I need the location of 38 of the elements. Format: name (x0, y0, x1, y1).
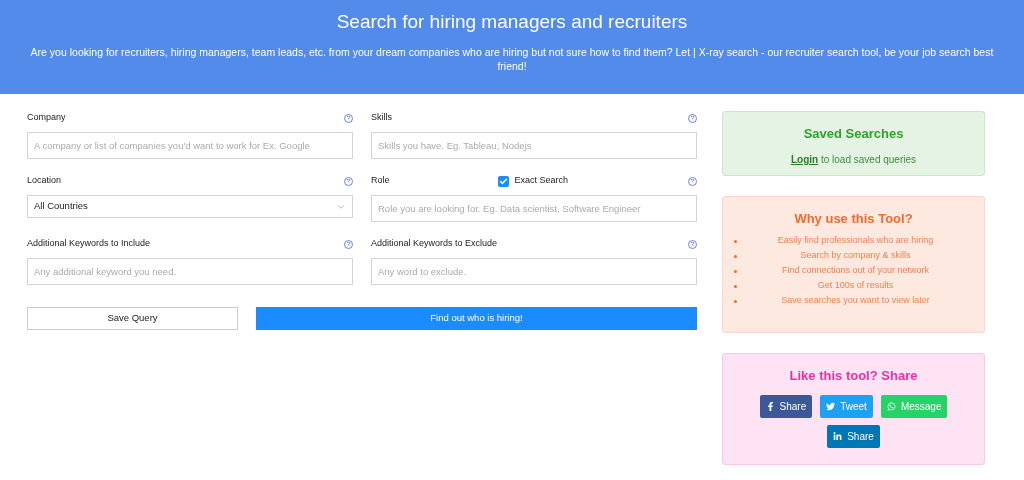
benefit-item: Easily find professionals who are hiring (776, 234, 935, 248)
login-text: to load saved queries (820, 153, 917, 165)
twitter-icon (826, 401, 836, 411)
find-button[interactable]: Find out who is hiring! (256, 307, 697, 330)
field-label: Additional Keywords to Include (27, 237, 151, 251)
field-label: Role (371, 174, 390, 188)
text-field[interactable]: Any additional keyword you need. (27, 258, 353, 285)
bullet-icon (734, 239, 737, 243)
benefit-item: Save searches you want to view later (780, 294, 931, 308)
field-label: Skills (371, 111, 392, 125)
field-label: Location (27, 174, 62, 188)
login-link[interactable]: Login (790, 153, 819, 165)
text-field[interactable]: A company or list of companies you'd want to work for Ex. Google (27, 132, 353, 159)
card-title: Like this tool? Share (789, 367, 918, 385)
save-query-button[interactable]: Save Query (27, 307, 238, 330)
field-label: Additional Keywords to Exclude (371, 237, 498, 251)
bullet-icon (734, 269, 737, 273)
bullet-icon (734, 284, 737, 288)
benefit-item: Find connections out of your network (780, 264, 931, 278)
text-field[interactable]: Any word to exclude. (371, 258, 697, 285)
whatsapp-icon (886, 401, 896, 411)
benefit-item: Get 100s of results (816, 279, 895, 293)
location-select[interactable]: All Countries (27, 195, 353, 218)
field-label: Company (27, 111, 66, 125)
page-title: Search for hiring managers and recruiters (336, 10, 688, 34)
bullet-icon (734, 299, 737, 303)
card-title: Saved Searches (803, 125, 904, 143)
exact-search-checkbox[interactable]: Exact Search (498, 174, 568, 188)
facebook-share-button[interactable]: Share (759, 394, 813, 418)
text-field[interactable]: Role you are looking for. Eg. Data scientist, Software Engineer (371, 195, 697, 222)
linkedin-icon (833, 431, 843, 441)
page-subtitle: Are you looking for recruiters, hiring managers, team leads, etc. from your dream companies who are hiring but not sure how to find them? Let | X-ray search - our recruiter search tool, be your job search best friend! (29, 44, 995, 73)
text-field[interactable]: Skills you have. Eg. Tableau, Nodejs (371, 132, 697, 159)
bullet-icon (734, 254, 737, 258)
benefit-item: Search by company & skills (799, 249, 912, 263)
linkedin-share-button[interactable]: Share (827, 424, 880, 448)
facebook-icon (765, 401, 775, 411)
card-title: Why use this Tool? (793, 210, 914, 228)
